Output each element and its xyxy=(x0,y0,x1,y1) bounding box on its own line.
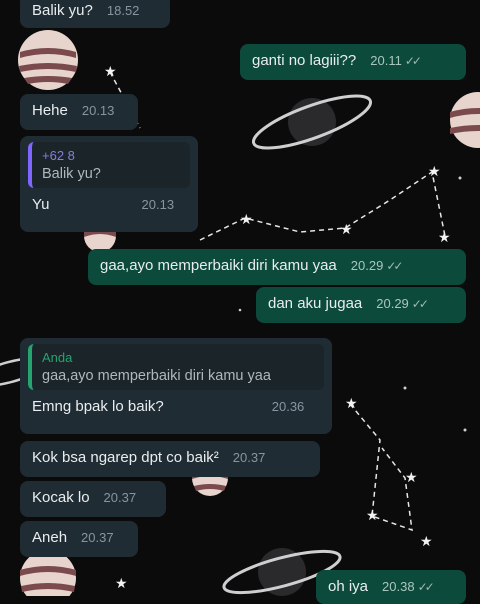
svg-text:★: ★ xyxy=(428,164,441,180)
planet-icon xyxy=(18,30,78,90)
read-receipt-icon: ✓✓ xyxy=(417,580,435,594)
svg-text:★: ★ xyxy=(104,64,117,80)
message-incoming[interactable]: Hehe 20.13 xyxy=(20,94,138,130)
message-text: Hehe xyxy=(32,102,68,119)
message-outgoing[interactable]: ganti no lagiii?? 20.11 ✓✓ xyxy=(240,44,466,80)
message-text: Kocak lo xyxy=(32,489,90,506)
message-incoming[interactable]: Aneh 20.37 xyxy=(20,521,138,557)
svg-text:★: ★ xyxy=(340,222,353,238)
message-time: 20.37 xyxy=(103,490,137,505)
message-time: 20.29 xyxy=(350,258,384,273)
message-time: 20.38 xyxy=(382,579,415,594)
message-time: 18.52 xyxy=(106,3,140,18)
quoted-sender: +62 8 xyxy=(42,148,75,163)
quoted-sender: Anda xyxy=(42,350,73,365)
message-text: ganti no lagiii?? xyxy=(252,52,357,69)
quoted-message[interactable]: Anda gaa,ayo memperbaiki diri kamu yaa xyxy=(28,344,324,390)
message-incoming[interactable]: Balik yu? 18.52 xyxy=(20,0,170,28)
message-incoming[interactable]: Kocak lo 20.37 xyxy=(20,481,166,517)
message-text: Emng bpak lo baik? xyxy=(32,398,164,415)
quoted-text: Balik yu? xyxy=(42,166,101,182)
svg-text:★: ★ xyxy=(115,576,128,592)
read-receipt-icon: ✓✓ xyxy=(404,54,422,68)
message-text: Aneh xyxy=(32,529,68,546)
message-incoming-reply[interactable]: +62 8 Balik yu? Yu 20.13 xyxy=(20,136,198,232)
quoted-message[interactable]: +62 8 Balik yu? xyxy=(28,142,190,188)
message-text: Yu xyxy=(32,196,50,213)
message-text: gaa,ayo memperbaiki diri kamu yaa xyxy=(100,257,337,274)
message-outgoing[interactable]: gaa,ayo memperbaiki diri kamu yaa 20.29 ✓✓ xyxy=(88,249,466,285)
svg-text:★: ★ xyxy=(240,212,253,228)
planet-icon xyxy=(450,92,480,148)
message-time: 20.13 xyxy=(81,103,115,118)
quoted-text: gaa,ayo memperbaiki diri kamu yaa xyxy=(42,368,271,384)
message-time: 20.13 xyxy=(141,197,175,212)
svg-text:★: ★ xyxy=(405,470,418,486)
message-text: Balik yu? xyxy=(32,2,93,19)
svg-text:★: ★ xyxy=(420,534,433,550)
message-incoming-reply[interactable]: Anda gaa,ayo memperbaiki diri kamu yaa E… xyxy=(20,338,332,434)
svg-text:★: ★ xyxy=(438,230,451,246)
read-receipt-icon: ✓✓ xyxy=(411,297,429,311)
message-time: 20.37 xyxy=(81,530,114,545)
message-time: 20.37 xyxy=(232,450,266,465)
svg-text:★: ★ xyxy=(345,396,358,412)
read-receipt-icon: ✓✓ xyxy=(386,259,403,273)
message-time: 20.29 xyxy=(376,296,409,311)
message-text: dan aku jugaa xyxy=(268,295,363,312)
message-text: Kok bsa ngarep dpt co baik² xyxy=(32,449,219,466)
message-incoming[interactable]: Kok bsa ngarep dpt co baik² 20.37 xyxy=(20,441,320,477)
message-time: 20.36 xyxy=(271,399,305,414)
message-time: 20.11 xyxy=(370,53,402,68)
ringed-planet-icon xyxy=(251,94,373,150)
svg-text:★: ★ xyxy=(366,508,379,524)
message-outgoing[interactable]: dan aku jugaa 20.29 ✓✓ xyxy=(256,287,466,323)
message-text: oh iya xyxy=(328,578,369,595)
message-outgoing[interactable]: oh iya 20.38 ✓✓ xyxy=(316,570,466,604)
